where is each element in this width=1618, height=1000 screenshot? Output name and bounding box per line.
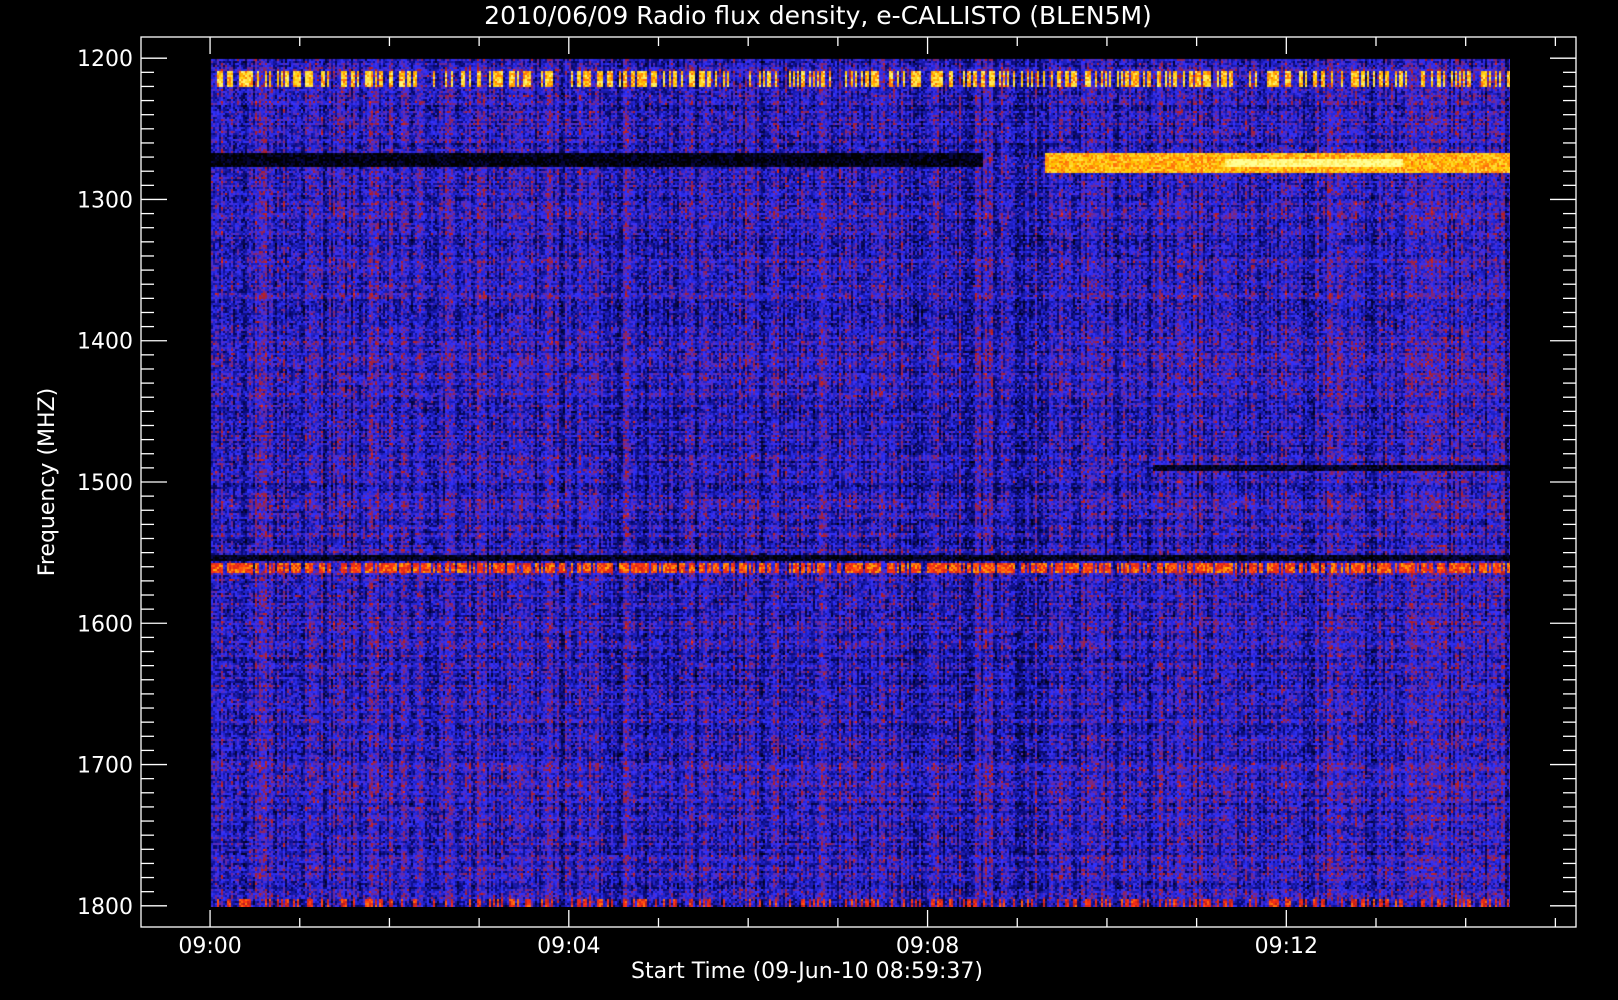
x-axis-label: Start Time (09-Jun-10 08:59:37) (631, 959, 983, 984)
y-tick-label: 1700 (77, 754, 133, 779)
x-tick-label: 09:08 (896, 934, 959, 959)
heatmap-area (207, 57, 1510, 907)
x-tick-label: 09:04 (537, 934, 600, 959)
chart-title: 2010/06/09 Radio flux density, e-CALLIST… (484, 1, 1152, 30)
y-tick-label: 1200 (77, 47, 133, 72)
y-tick-label: 1500 (77, 471, 133, 496)
spectrogram-heatmap (207, 57, 1510, 907)
x-tick-label: 09:00 (178, 934, 241, 959)
y-tick-label: 1400 (77, 330, 133, 355)
y-axis-label: Frequency (MHZ) (35, 388, 60, 576)
y-tick-label: 1300 (77, 188, 133, 213)
spectrogram-figure: 1200 1300 1400 1500 1600 1700 1800 09:00 09:04 09… (0, 0, 1618, 1000)
x-tick-label: 09:12 (1255, 934, 1318, 959)
y-tick-label: 1600 (77, 612, 133, 637)
y-tick-label: 1800 (77, 895, 133, 920)
